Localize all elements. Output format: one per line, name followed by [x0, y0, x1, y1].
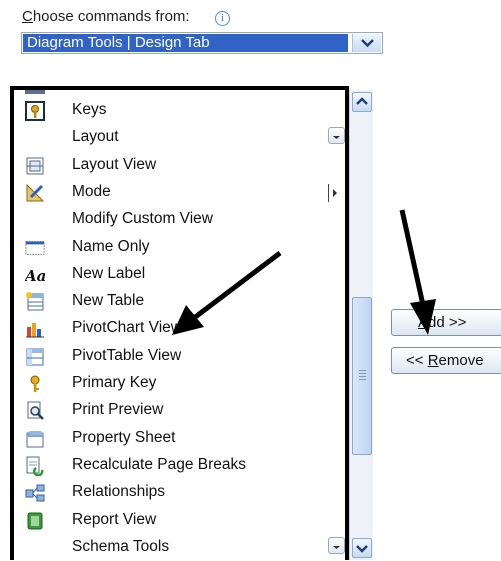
list-item-label: Mode: [72, 182, 111, 200]
choose-commands-combo[interactable]: Diagram Tools | Design Tab: [21, 32, 383, 54]
list-item-label: New Label: [72, 264, 146, 282]
list-item-label: PivotTable View: [72, 346, 182, 364]
list-item[interactable]: Report View: [22, 507, 342, 534]
layout-view-icon: [25, 156, 45, 176]
property-sheet-icon: [25, 429, 45, 449]
key-icon: [25, 101, 45, 121]
list-item[interactable]: Print Preview: [22, 397, 342, 424]
list-item-label: Schema Tools: [72, 537, 170, 555]
new-table-icon: [25, 292, 45, 312]
pivotchart-icon: [25, 319, 45, 339]
list-item[interactable]: Modify Custom View: [22, 206, 342, 233]
list-item[interactable]: Recalculate Page Breaks: [22, 452, 342, 479]
vertical-scrollbar[interactable]: [349, 90, 373, 560]
scroll-up-button[interactable]: [352, 92, 372, 112]
combo-dropdown-button[interactable]: [352, 34, 381, 52]
list-item[interactable]: Keys: [22, 97, 342, 124]
new-label-icon: Aa: [23, 265, 46, 285]
print-preview-icon: [25, 401, 45, 421]
combo-value: Diagram Tools | Design Tab: [23, 34, 348, 52]
list-item-label: Report View: [72, 510, 157, 528]
scroll-down-button[interactable]: [352, 538, 372, 558]
list-item[interactable]: Relationships: [22, 479, 342, 506]
pivottable-icon: [25, 347, 45, 367]
chevron-down-icon: [361, 39, 374, 48]
submenu-arrow-icon: [328, 183, 339, 202]
recalculate-icon: [25, 456, 45, 477]
list-item[interactable]: Primary Key: [22, 370, 342, 397]
list-item-label: Property Sheet: [72, 428, 176, 446]
chevron-up-icon: [356, 97, 368, 105]
list-partial-item: [25, 90, 45, 94]
list-item-label: Layout View: [72, 155, 157, 173]
primary-key-icon: [25, 374, 45, 394]
remove-label: << Remove: [406, 352, 484, 369]
list-item-label: Recalculate Page Breaks: [72, 455, 247, 473]
annotation-arrow-icon: [399, 209, 436, 335]
list-item-label: New Table: [72, 292, 145, 310]
relationships-icon: [25, 483, 45, 503]
list-item-label: Keys: [72, 101, 107, 118]
ruler-pencil-icon: [25, 183, 45, 203]
list-item[interactable]: PivotTable View: [22, 343, 342, 370]
commands-label: Choose commands from:: [22, 8, 190, 25]
chevron-down-icon: [356, 545, 368, 553]
list-item-label: Modify Custom View: [72, 210, 213, 228]
svg-text:Aa: Aa: [25, 267, 46, 285]
gallery-dropdown-icon: [328, 536, 345, 554]
list-item[interactable]: Property Sheet: [22, 425, 342, 452]
gallery-dropdown-icon: [328, 127, 345, 145]
scroll-thumb[interactable]: [352, 297, 372, 455]
annotation-arrow-icon: [172, 251, 282, 335]
list-item[interactable]: Schema Tools: [22, 534, 345, 560]
list-item-label: Layout: [72, 128, 119, 146]
remove-button[interactable]: << Remove: [391, 347, 501, 374]
list-item[interactable]: Mode: [22, 179, 342, 206]
list-item-label: Print Preview: [72, 401, 164, 419]
list-item[interactable]: Layout View: [22, 152, 342, 179]
info-icon[interactable]: i: [215, 11, 230, 26]
list-item-label: Primary Key: [72, 374, 157, 391]
list-item[interactable]: Layout: [22, 124, 345, 151]
list-item-label: Name Only: [72, 237, 150, 255]
report-view-icon: [25, 511, 45, 531]
name-only-icon: [25, 238, 45, 258]
list-item-label: Relationships: [72, 483, 166, 501]
